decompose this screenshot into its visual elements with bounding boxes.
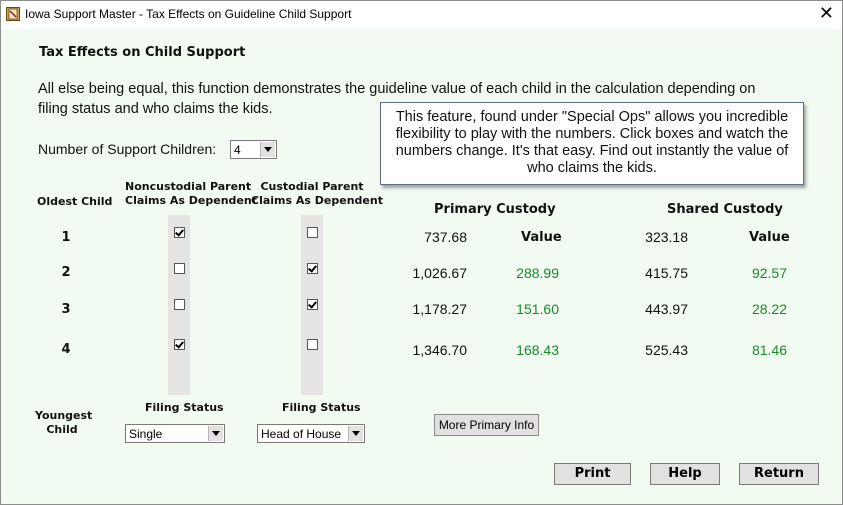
title-bar: Iowa Support Master - Tax Effects on Gui…	[1, 1, 842, 29]
custodial-claims-checkbox[interactable]	[307, 299, 318, 310]
primary-value-header: Value	[521, 230, 562, 245]
noncustodial-header: Noncustodial Parent Claims As Dependent	[125, 180, 257, 208]
custodial-claims-checkbox[interactable]	[307, 263, 318, 274]
primary-amount: 737.68	[424, 229, 467, 245]
primary-amount: 1,346.70	[412, 342, 468, 358]
primary-amount: 1,026.67	[412, 265, 468, 281]
num-children-label: Number of Support Children:	[38, 141, 217, 157]
primary-custody-header: Primary Custody	[434, 202, 556, 217]
num-children-value: 4	[234, 143, 241, 157]
shared-custody-header: Shared Custody	[667, 202, 783, 217]
shared-amount: 323.18	[645, 229, 688, 245]
tooltip-callout: This feature, found under "Special Ops" …	[380, 102, 804, 185]
shared-value: 28.22	[751, 301, 787, 317]
primary-value: 288.99	[516, 265, 559, 281]
primary-value: 151.60	[516, 301, 559, 317]
custodial-filing-status-select[interactable]: Head of House	[257, 424, 365, 443]
window-title: Iowa Support Master - Tax Effects on Gui…	[25, 7, 352, 21]
custodial-header: Custodial Parent Claims As Dependent	[251, 180, 383, 208]
shared-amount: 525.43	[645, 342, 688, 358]
child-row-number: 1	[61, 230, 71, 245]
youngest-child-label: Youngest Child	[35, 409, 93, 437]
noncustodial-header-line1: Noncustodial Parent	[125, 180, 252, 193]
shared-amount: 415.75	[645, 265, 688, 281]
chevron-down-icon[interactable]	[260, 142, 275, 157]
noncustodial-claims-checkbox[interactable]	[174, 263, 185, 274]
print-button[interactable]: Print	[554, 463, 631, 485]
custodial-header-line1: Custodial Parent	[260, 180, 364, 193]
help-button[interactable]: Help	[650, 463, 720, 485]
custodial-claims-checkbox[interactable]	[307, 227, 318, 238]
noncustodial-filing-status-label: Filing Status	[145, 401, 224, 414]
shared-amount: 443.97	[645, 301, 688, 317]
noncustodial-claims-checkbox[interactable]	[174, 227, 185, 238]
shared-value: 81.46	[751, 342, 787, 358]
oldest-child-label: Oldest Child	[37, 195, 113, 208]
page-title: Tax Effects on Child Support	[39, 45, 246, 60]
app-book-icon	[6, 7, 20, 21]
return-button[interactable]: Return	[739, 463, 819, 485]
child-row-number: 4	[61, 342, 71, 357]
custodial-filing-status-label: Filing Status	[282, 401, 361, 414]
noncustodial-claims-checkbox[interactable]	[174, 339, 185, 350]
shared-value: 92.57	[751, 265, 787, 281]
child-row-number: 3	[61, 302, 71, 317]
youngest-child-line2: Child	[46, 423, 78, 436]
youngest-child-line1: Youngest	[35, 409, 93, 422]
custodial-header-line2: Claims As Dependent	[251, 194, 383, 207]
main-window: Iowa Support Master - Tax Effects on Gui…	[0, 0, 843, 505]
child-row-number: 2	[61, 265, 71, 280]
chevron-down-icon[interactable]	[348, 426, 363, 441]
close-icon[interactable]: ✕	[819, 4, 834, 22]
noncustodial-header-line2: Claims As Dependent	[125, 194, 257, 207]
primary-amount: 1,178.27	[412, 301, 468, 317]
shared-value-header: Value	[749, 230, 790, 245]
primary-value: 168.43	[516, 342, 559, 358]
more-primary-info-button[interactable]: More Primary Info	[434, 414, 539, 436]
chevron-down-icon[interactable]	[208, 426, 223, 441]
noncustodial-filing-status-value: Single	[129, 427, 163, 441]
noncustodial-claims-checkbox[interactable]	[174, 299, 185, 310]
noncustodial-filing-status-select[interactable]: Single	[125, 424, 225, 443]
custodial-filing-status-value: Head of House	[261, 427, 342, 441]
num-children-select[interactable]: 4	[230, 140, 277, 159]
custodial-claims-checkbox[interactable]	[307, 339, 318, 350]
